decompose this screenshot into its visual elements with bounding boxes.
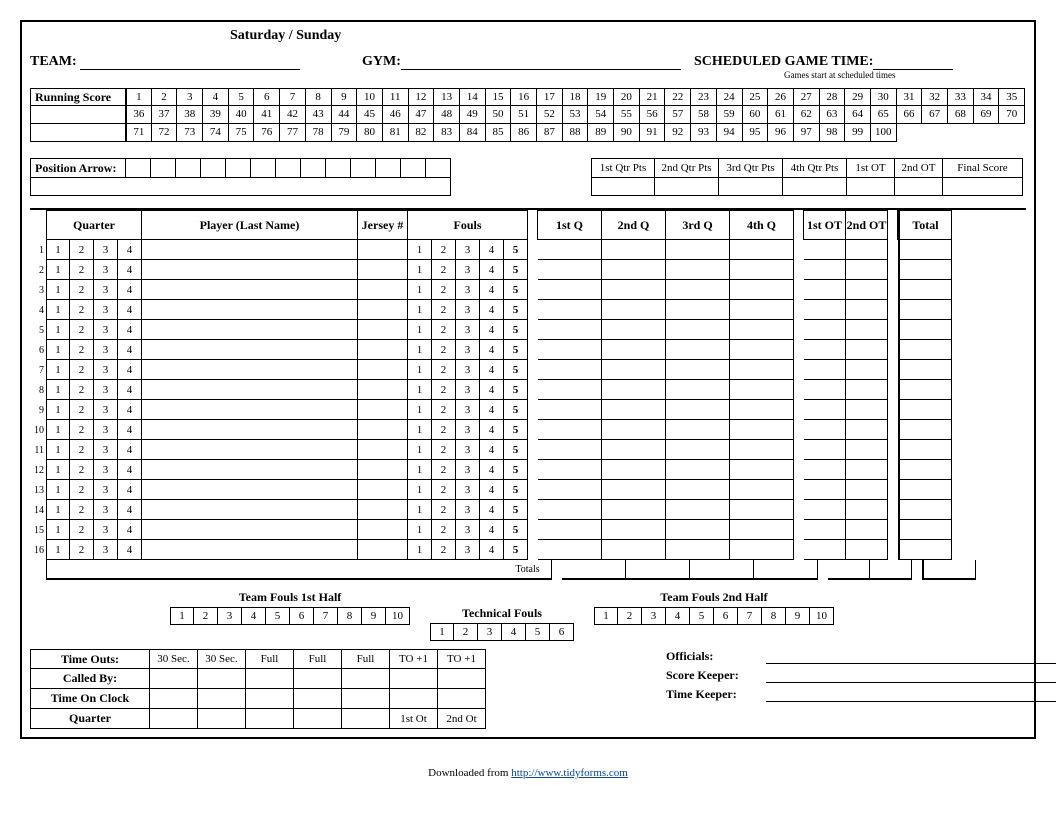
timekeeper-label: Time Keeper: bbox=[666, 687, 766, 702]
running-score-row-2[interactable]: 3637383940414243444546474849505152535455… bbox=[126, 106, 1025, 124]
team-field[interactable]: TEAM: bbox=[30, 54, 300, 70]
sched-note: Games start at scheduled times bbox=[784, 70, 1026, 80]
running-score-label: Running Score bbox=[30, 88, 126, 106]
team-fouls-2nd-half[interactable]: 12345678910 bbox=[594, 607, 834, 625]
day-label: Saturday / Sunday bbox=[230, 28, 1026, 44]
running-score-row-1[interactable]: 1234567891011121314151617181920212223242… bbox=[126, 88, 1025, 106]
scoresheet: Saturday / Sunday TEAM: GYM: SCHEDULED G… bbox=[20, 20, 1036, 739]
officials-label: Officials: bbox=[666, 649, 766, 664]
sched-time-field[interactable]: SCHEDULED GAME TIME: bbox=[694, 54, 953, 70]
technical-fouls-label: Technical Fouls bbox=[430, 606, 574, 621]
team-fouls-1st-half[interactable]: 12345678910 bbox=[170, 607, 410, 625]
header-block: Saturday / Sunday TEAM: GYM: SCHEDULED G… bbox=[30, 28, 1026, 80]
position-arrow: Position Arrow: bbox=[30, 158, 451, 196]
team-fouls-1st-half-label: Team Fouls 1st Half bbox=[170, 590, 410, 605]
roster-table: 12345678910111213141516 Quarter Player (… bbox=[30, 208, 1026, 580]
team-fouls-2nd-half-label: Team Fouls 2nd Half bbox=[594, 590, 834, 605]
officials-block: Officials: Score Keeper: Time Keeper: bbox=[666, 649, 1056, 729]
quarter-points-table: 1st Qtr Pts2nd Qtr Pts3rd Qtr Pts4th Qtr… bbox=[591, 158, 1023, 196]
timeouts-table[interactable]: Time Outs:30 Sec.30 Sec.FullFullFullTO +… bbox=[30, 649, 486, 729]
running-score-row-3[interactable]: 7172737475767778798081828384858687888990… bbox=[126, 124, 1025, 142]
running-score: Running Score 12345678910111213141516171… bbox=[30, 88, 1026, 142]
team-fouls-block: Team Fouls 1st Half 12345678910 Technica… bbox=[30, 590, 1026, 641]
footer-link[interactable]: http://www.tidyforms.com bbox=[511, 767, 628, 779]
scorekeeper-label: Score Keeper: bbox=[666, 668, 766, 683]
footer: Downloaded from http://www.tidyforms.com bbox=[20, 767, 1036, 779]
technical-fouls[interactable]: 123456 bbox=[430, 623, 574, 641]
gym-field[interactable]: GYM: bbox=[362, 54, 681, 70]
roster-header-row: Quarter Player (Last Name) Jersey # Foul… bbox=[46, 210, 1026, 240]
